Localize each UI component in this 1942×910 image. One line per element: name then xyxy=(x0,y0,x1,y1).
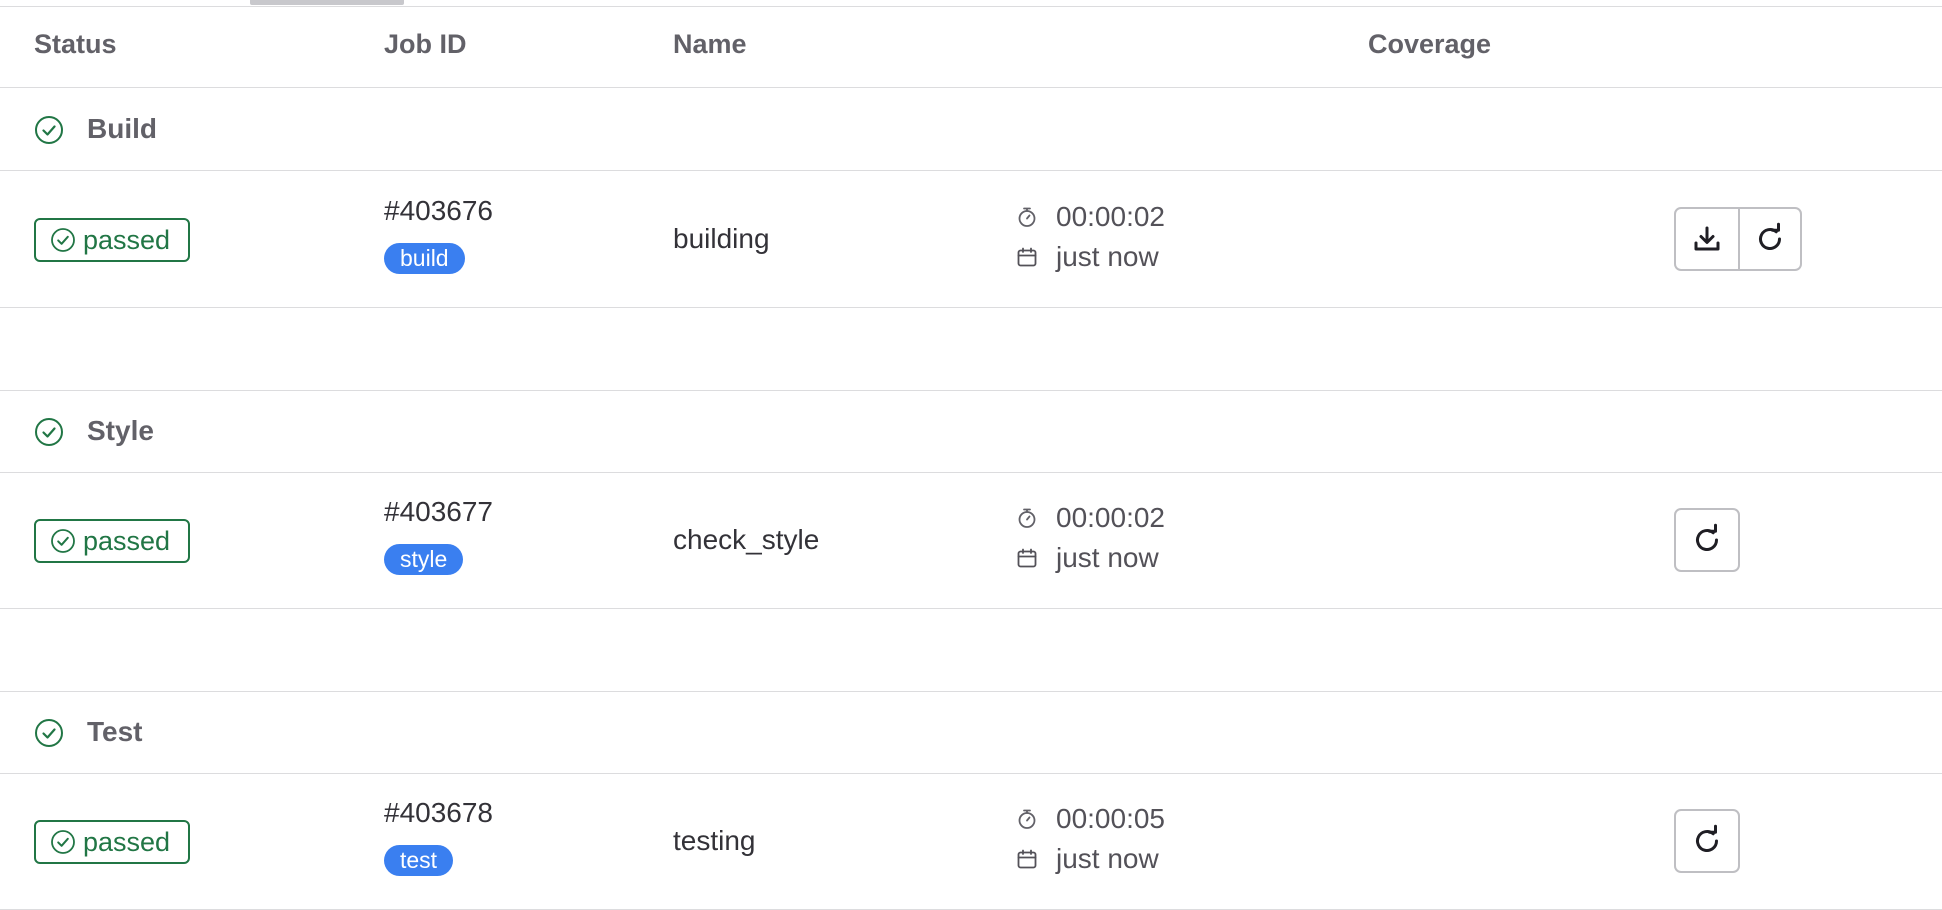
stage-title: Style xyxy=(87,415,154,446)
status-badge[interactable]: passed xyxy=(34,519,190,563)
stage-tag: test xyxy=(384,845,454,876)
check-circle-icon xyxy=(35,719,63,747)
status-badge[interactable]: passed xyxy=(34,820,190,864)
check-circle-icon xyxy=(35,418,63,446)
download-icon xyxy=(1694,226,1720,251)
job-actions xyxy=(1674,508,1740,572)
check-circle-icon xyxy=(51,529,75,553)
status-label: passed xyxy=(83,826,171,857)
duration-value: 00:00:02 xyxy=(1056,502,1165,533)
check-circle-icon xyxy=(51,228,75,252)
retry-icon xyxy=(1759,222,1781,250)
column-header-name: Name xyxy=(673,29,747,59)
stage-title: Build xyxy=(87,113,157,144)
stage-title: Test xyxy=(87,716,143,747)
status-label: passed xyxy=(83,224,171,255)
job-finished: just now xyxy=(1016,843,1159,875)
duration-value: 00:00:02 xyxy=(1056,201,1165,232)
finished-value: just now xyxy=(1056,542,1159,573)
retry-button[interactable] xyxy=(1738,209,1800,269)
job-duration: 00:00:02 xyxy=(1016,502,1165,534)
job-finished: just now xyxy=(1016,542,1159,574)
job-name: testing xyxy=(673,825,756,856)
stage-header-style: Style xyxy=(0,390,1942,473)
job-duration: 00:00:02 xyxy=(1016,201,1165,233)
retry-button[interactable] xyxy=(1676,510,1738,570)
retry-icon xyxy=(1696,824,1718,852)
job-actions xyxy=(1674,809,1740,873)
retry-button[interactable] xyxy=(1676,811,1738,871)
finished-value: just now xyxy=(1056,241,1159,272)
job-actions xyxy=(1674,207,1802,271)
status-label: passed xyxy=(83,525,171,556)
stage-tag: build xyxy=(384,243,465,274)
active-tab-indicator xyxy=(250,0,404,5)
table-row: passed #403676 build building 00:00:02 j… xyxy=(0,171,1942,308)
job-id-link[interactable]: #403678 xyxy=(384,797,493,829)
table-header: Status Job ID Name Coverage xyxy=(0,7,1942,88)
stage-header-build: Build xyxy=(0,89,1942,171)
status-badge[interactable]: passed xyxy=(34,218,190,262)
finished-value: just now xyxy=(1056,843,1159,874)
download-artifacts-button[interactable] xyxy=(1676,209,1738,269)
column-header-status: Status xyxy=(34,29,117,59)
timer-icon xyxy=(1018,809,1036,829)
job-id-link[interactable]: #403676 xyxy=(384,195,493,227)
job-finished: just now xyxy=(1016,241,1159,273)
jobs-table: Status Job ID Name Coverage Build passed… xyxy=(0,0,1942,910)
table-row: passed #403677 style check_style 00:00:0… xyxy=(0,472,1942,609)
column-header-coverage: Coverage xyxy=(1368,29,1492,59)
retry-icon xyxy=(1696,523,1718,551)
duration-value: 00:00:05 xyxy=(1056,803,1165,834)
table-row: passed #403678 test testing 00:00:05 jus… xyxy=(0,773,1942,910)
job-duration: 00:00:05 xyxy=(1016,803,1165,835)
stage-tag: style xyxy=(384,544,464,575)
job-name: building xyxy=(673,223,770,254)
job-id-link[interactable]: #403677 xyxy=(384,496,493,528)
column-header-job-id: Job ID xyxy=(384,29,467,59)
job-name: check_style xyxy=(673,524,820,555)
timer-icon xyxy=(1018,207,1036,227)
calendar-icon xyxy=(1017,247,1037,267)
check-circle-icon xyxy=(35,116,63,144)
check-circle-icon xyxy=(51,830,75,854)
timer-icon xyxy=(1018,508,1036,528)
calendar-icon xyxy=(1017,548,1037,568)
calendar-icon xyxy=(1017,849,1037,869)
stage-header-test: Test xyxy=(0,691,1942,774)
